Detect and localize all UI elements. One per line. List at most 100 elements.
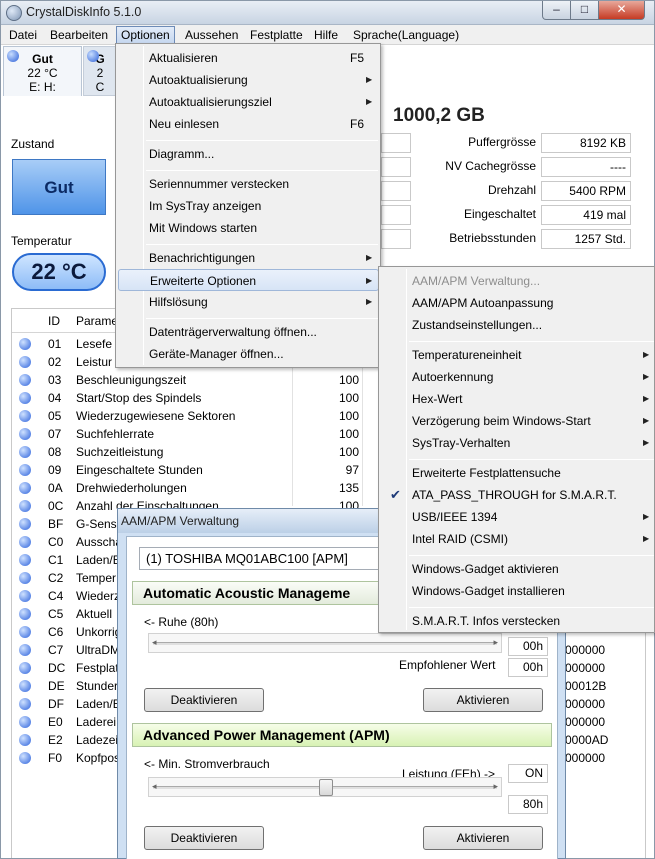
- slider-left-arrow-icon: ◂: [152, 781, 157, 791]
- checkmark-icon: ✔: [390, 487, 401, 502]
- smart-id: 02: [48, 355, 62, 369]
- apm-value: 80h: [508, 795, 548, 814]
- menu-hilfe[interactable]: Hilfe: [310, 26, 342, 44]
- menu-item-windows-start[interactable]: Mit Windows starten: [118, 217, 378, 239]
- aam-disable-button[interactable]: Deaktivieren: [144, 688, 264, 712]
- menu-separator: [409, 607, 654, 608]
- info-value: 8192 KB: [541, 133, 631, 153]
- close-button[interactable]: ✕: [598, 1, 645, 20]
- col-id[interactable]: ID: [48, 314, 60, 328]
- menu-bar: Datei Bearbeiten Optionen Aussehen Festp…: [1, 25, 654, 45]
- menu-item-diagramm[interactable]: Diagramm...: [118, 143, 378, 165]
- submenu-item-systray-verhalten[interactable]: SysTray-Verhalten ▶: [381, 432, 653, 454]
- submenu-item-ata-pass-through[interactable]: ✔ ATA_PASS_THROUGH for S.M.A.R.T.: [381, 484, 653, 506]
- submenu-item-gadget-aktivieren[interactable]: Windows-Gadget aktivieren: [381, 558, 653, 580]
- menu-item-neu-einlesen[interactable]: Neu einlesen F6: [118, 113, 378, 135]
- menu-item-datentraegerverwaltung[interactable]: Datenträgerverwaltung öffnen...: [118, 321, 378, 343]
- apm-disable-button[interactable]: Deaktivieren: [144, 826, 264, 850]
- menu-item-seriennummer[interactable]: Seriennummer verstecken: [118, 173, 378, 195]
- smart-id: 09: [48, 463, 62, 477]
- smart-raw: 00012B: [565, 679, 607, 693]
- smart-id: F0: [48, 751, 63, 765]
- aam-enable-button[interactable]: Aktivieren: [423, 688, 543, 712]
- smart-attribute: Beschleunigungszeit: [76, 373, 187, 387]
- status-dot-icon: [19, 554, 31, 566]
- submenu-item-hex-wert[interactable]: Hex-Wert ▶: [381, 388, 653, 410]
- aam-slider[interactable]: ◂ ▸: [148, 633, 502, 653]
- submenu-item-gadget-installieren[interactable]: Windows-Gadget installieren: [381, 580, 653, 602]
- apm-enable-button[interactable]: Aktivieren: [423, 826, 543, 850]
- submenu-item-smart-verstecken[interactable]: S.M.A.R.T. Infos verstecken: [381, 610, 653, 632]
- submenu-item-festplattensuche[interactable]: Erweiterte Festplattensuche: [381, 462, 653, 484]
- smart-attribute: Wiederz: [76, 589, 121, 603]
- smart-attribute: Temper: [76, 571, 117, 585]
- menu-festplatte[interactable]: Festplatte: [246, 26, 307, 44]
- smart-id: DE: [48, 679, 65, 693]
- smart-raw: 000000: [565, 697, 606, 711]
- smart-id: C2: [48, 571, 64, 585]
- menu-separator: [146, 140, 378, 141]
- info-value: 1257 Std.: [541, 229, 631, 249]
- smart-attribute: Suchfehlerrate: [76, 427, 155, 441]
- menu-item-systray[interactable]: Im SysTray anzeigen: [118, 195, 378, 217]
- smart-id: C0: [48, 535, 64, 549]
- aam-value: 00h: [508, 637, 548, 656]
- health-label: Zustand: [11, 137, 55, 151]
- smart-attribute: Drehwiederholungen: [76, 481, 187, 495]
- aam-left-label: <- Ruhe (80h): [144, 615, 219, 629]
- menu-item-autoaktualisierung[interactable]: Autoaktualisierung ▶: [118, 69, 378, 91]
- submenu-item-intel-raid[interactable]: Intel RAID (CSMI) ▶: [381, 528, 653, 550]
- smart-attribute: Unkorrig: [76, 625, 122, 639]
- submenu-arrow-icon: ▶: [366, 276, 373, 285]
- health-status-button[interactable]: Gut: [12, 159, 106, 215]
- smart-attribute: Aktuell: [76, 607, 113, 621]
- smart-id: DC: [48, 661, 66, 675]
- minimize-button[interactable]: –: [542, 1, 571, 20]
- status-dot-icon: [19, 734, 31, 746]
- apm-slider[interactable]: ◂ ▸: [148, 777, 502, 797]
- submenu-item-aam-apm-autoanpassung[interactable]: AAM/APM Autoanpassung: [381, 292, 653, 314]
- status-dot-icon: [19, 338, 31, 350]
- menu-item-benachrichtigungen[interactable]: Benachrichtigungen ▶: [118, 247, 378, 269]
- submenu-item-aam-apm-verwaltung[interactable]: AAM/APM Verwaltung...: [381, 270, 653, 292]
- advanced-options-submenu: AAM/APM Verwaltung... AAM/APM Autoanpass…: [378, 266, 655, 633]
- menu-item-erweiterte-optionen[interactable]: Erweiterte Optionen ▶: [118, 269, 379, 291]
- info-value: 5400 RPM: [541, 181, 631, 201]
- menu-datei[interactable]: Datei: [5, 26, 41, 44]
- menu-optionen[interactable]: Optionen: [116, 26, 175, 44]
- smart-id: C1: [48, 553, 64, 567]
- drive-temp: 22 °C: [27, 66, 58, 80]
- apm-state: ON: [508, 764, 548, 783]
- menu-bearbeiten[interactable]: Bearbeiten: [46, 26, 112, 44]
- smart-attribute: Ladezei: [76, 733, 119, 747]
- menu-item-autoaktualisierungsziel[interactable]: Autoaktualisierungsziel ▶: [118, 91, 378, 113]
- smart-attribute: Stunder: [76, 679, 119, 693]
- status-dot-icon: [19, 680, 31, 692]
- menu-item-aktualisieren[interactable]: Aktualisieren F5: [118, 47, 378, 69]
- app-disk-icon: [6, 5, 22, 21]
- options-menu: Aktualisieren F5 Autoaktualisierung ▶ Au…: [115, 43, 381, 368]
- menu-item-hilfsloesung[interactable]: Hilfslösung ▶: [118, 291, 378, 313]
- menu-separator: [409, 459, 654, 460]
- menu-item-geraete-manager[interactable]: Geräte-Manager öffnen...: [118, 343, 378, 365]
- drive-tab-2[interactable]: G 2 C: [83, 46, 117, 96]
- submenu-arrow-icon: ▶: [366, 297, 373, 306]
- maximize-button[interactable]: □: [570, 1, 599, 20]
- submenu-item-verzoegerung[interactable]: Verzögerung beim Windows-Start ▶: [381, 410, 653, 432]
- smart-id: E2: [48, 733, 63, 747]
- status-dot-icon: [19, 536, 31, 548]
- drive-tab-1[interactable]: Gut 22 °C E: H:: [3, 46, 82, 96]
- smart-current: 100: [338, 427, 359, 441]
- submenu-item-autoerkennung[interactable]: Autoerkennung ▶: [381, 366, 653, 388]
- smart-attribute: Suchzeitleistung: [76, 445, 164, 459]
- drive-select[interactable]: (1) TOSHIBA MQ01ABC100 [APM]: [139, 547, 409, 570]
- submenu-item-usb-ieee1394[interactable]: USB/IEEE 1394 ▶: [381, 506, 653, 528]
- drive-letters: C: [95, 80, 105, 94]
- submenu-item-zustandseinstellungen[interactable]: Zustandseinstellungen...: [381, 314, 653, 336]
- col-attribute[interactable]: Parame: [76, 314, 118, 328]
- menu-sprache[interactable]: Sprache(Language): [349, 26, 463, 44]
- status-dot-icon: [19, 374, 31, 386]
- menu-aussehen[interactable]: Aussehen: [181, 26, 242, 44]
- submenu-item-temperatureneinheit[interactable]: Temperatureneinheit ▶: [381, 344, 653, 366]
- apm-slider-thumb[interactable]: [319, 779, 333, 796]
